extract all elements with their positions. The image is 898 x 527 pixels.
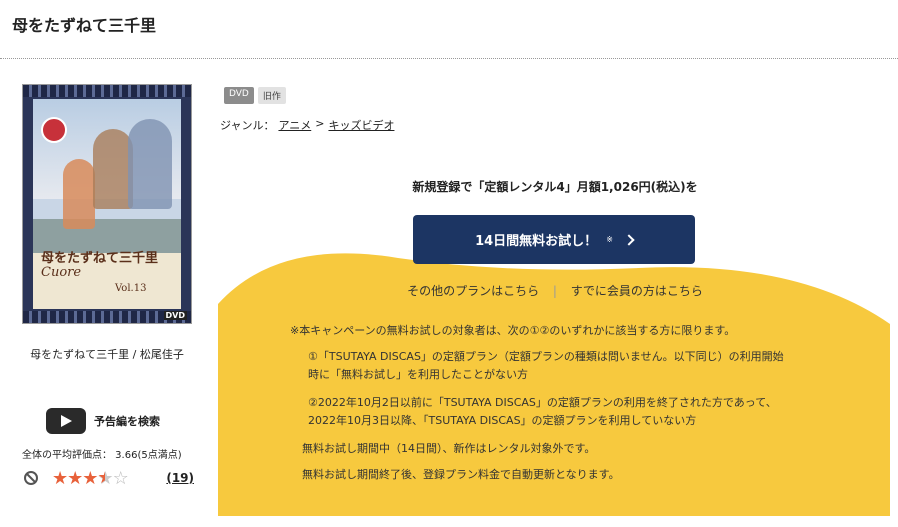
genre-link-anime[interactable]: アニメ xyxy=(278,117,311,133)
notes-lead: ※本キャンペーンの無料お試しの対象者は、次の①②のいずれかに該当する方に限ります… xyxy=(290,324,736,337)
campaign-headline: 新規登録で「定額レンタル4」月額1,026円(税込)を xyxy=(412,180,698,194)
rating-row: ★★★★☆ (19) xyxy=(22,469,194,489)
average-rating-text: 全体の平均評価点： 3.66(5点満点) xyxy=(22,450,182,461)
chevron-right-icon xyxy=(623,233,635,246)
half-star-icon: ★ xyxy=(97,468,113,489)
empty-star-icon: ☆ xyxy=(112,468,129,489)
trailer-search-button[interactable]: 予告編を検索 xyxy=(46,408,160,434)
genre-link-kids[interactable]: キッズビデオ xyxy=(328,117,394,133)
play-icon xyxy=(46,408,86,434)
dvd-jacket-image[interactable]: 母をたずねて三千里 Cuore Vol.13 DVD xyxy=(22,84,192,324)
release-badge: 旧作 xyxy=(257,87,286,104)
block-icon[interactable] xyxy=(24,471,38,485)
notes-item-1: ①「TSUTAYA DISCAS」の定額プラン（定額プランの種類は問いません。以… xyxy=(308,350,784,381)
emblem-icon xyxy=(41,117,67,143)
genre-label: ジャンル： xyxy=(220,119,275,132)
genre-breadcrumb: ジャンル： アニメ > キッズビデオ xyxy=(220,117,394,133)
jacket-volume: Vol.13 xyxy=(115,283,147,294)
jacket-top-band xyxy=(23,85,191,97)
campaign-notes: ※本キャンペーンの無料お試しの対象者は、次の①②のいずれかに該当する方に限ります… xyxy=(290,322,810,492)
badge-row: DVD 旧作 xyxy=(224,87,286,104)
plan-links: その他のプランはこちら | すでに会員の方はこちら xyxy=(220,282,890,299)
star-icon: ★ xyxy=(82,468,98,489)
member-login-link[interactable]: すでに会員の方はこちら xyxy=(571,284,703,298)
star-rating: ★★★★☆ xyxy=(52,468,129,489)
trial-period-note: 無料お試し期間中（14日間）、新作はレンタル対象外です。 xyxy=(302,442,596,455)
free-trial-note: ※ xyxy=(606,235,613,244)
notes-item-2: ②2022年10月2日以前に「TSUTAYA DISCAS」の定額プランの利用を… xyxy=(308,396,777,427)
dvd-logo: DVD xyxy=(163,311,187,320)
genre-separator: > xyxy=(315,117,325,130)
review-count-link[interactable]: (19) xyxy=(166,471,194,485)
star-icon: ★ xyxy=(67,468,83,489)
page-title: 母をたずねて三千里 xyxy=(12,16,157,35)
free-trial-button[interactable]: 14日間無料お試し！ ※ xyxy=(413,215,695,264)
link-separator: | xyxy=(552,284,557,298)
jacket-logo-en: Cuore xyxy=(41,265,82,280)
header-divider xyxy=(0,58,898,59)
star-icon: ★ xyxy=(52,468,68,489)
jacket-logo-ja: 母をたずねて三千里 xyxy=(41,251,159,266)
product-credit: 母をたずねて三千里 / 松尾佳子 xyxy=(30,348,184,361)
auto-renew-note: 無料お試し期間終了後、登録プラン料金で自動更新となります。 xyxy=(302,468,620,481)
free-trial-label: 14日間無料お試し！ xyxy=(475,234,598,249)
format-badge: DVD xyxy=(224,87,254,104)
other-plans-link[interactable]: その他のプランはこちら xyxy=(407,284,539,298)
trailer-label: 予告編を検索 xyxy=(94,415,160,428)
